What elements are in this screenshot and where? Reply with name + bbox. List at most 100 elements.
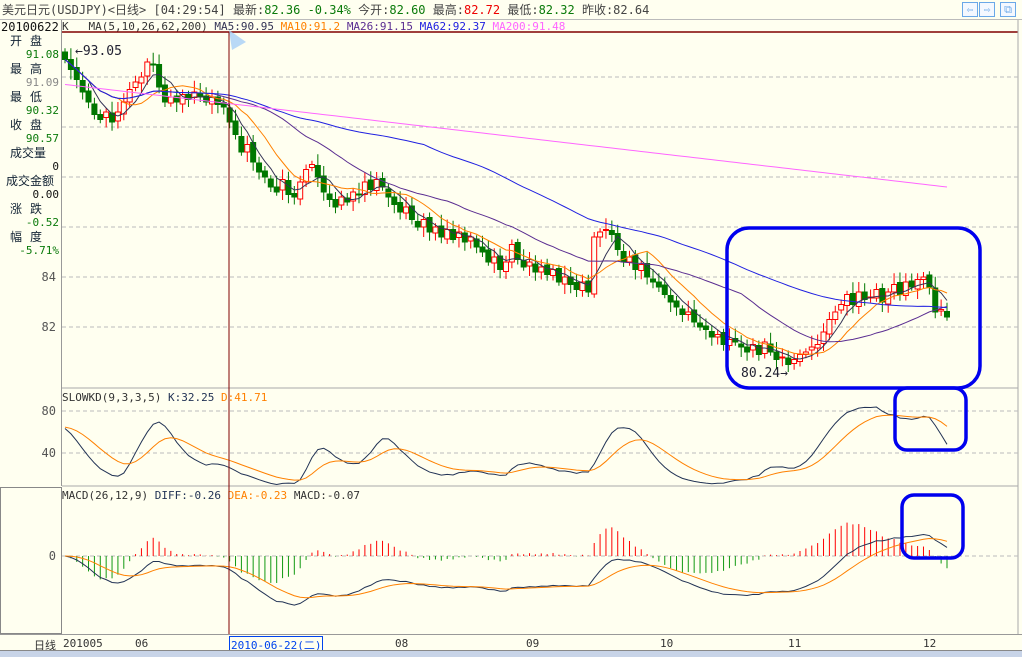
y-tick: 82 xyxy=(42,320,56,334)
low-annotation: 80.24→ xyxy=(741,366,788,381)
ma10-line xyxy=(64,59,948,355)
candle-up xyxy=(432,226,439,234)
candle-up xyxy=(797,354,803,362)
candle-up xyxy=(138,76,145,84)
candle-up xyxy=(420,219,427,228)
candle-up xyxy=(244,144,251,153)
candle-down xyxy=(161,84,168,103)
candle-up xyxy=(167,96,174,104)
candle-up xyxy=(920,276,927,280)
candle-up xyxy=(808,346,815,351)
candle-up xyxy=(444,229,451,240)
candle-down xyxy=(514,242,521,260)
candle-up xyxy=(491,256,498,264)
candle-up xyxy=(832,311,839,320)
candle-down xyxy=(650,278,656,283)
candle-down xyxy=(555,268,562,283)
candle-down xyxy=(932,287,939,313)
candle-down xyxy=(667,295,674,303)
candle-up xyxy=(638,264,645,271)
x-tick: 201005 xyxy=(63,637,103,650)
candle-up xyxy=(891,284,898,293)
ma26-line xyxy=(64,59,948,343)
candle-down xyxy=(744,346,751,353)
candle-down xyxy=(356,193,362,196)
candle-up xyxy=(855,291,862,307)
candle-down xyxy=(291,193,298,198)
chart-area[interactable]: 84 82 80 40 0 ←93.05 80.24→ xyxy=(0,0,1022,634)
kd-d-line xyxy=(64,414,948,481)
candle-up xyxy=(132,81,139,88)
candle-up xyxy=(297,181,304,200)
candle-down xyxy=(461,232,468,243)
candle-down xyxy=(849,293,856,305)
candle-up xyxy=(144,61,151,77)
candle-up xyxy=(308,164,315,168)
x-tick: 08 xyxy=(395,637,409,650)
candle-down xyxy=(879,288,886,303)
candle-down xyxy=(620,251,627,263)
candle-down xyxy=(62,51,68,60)
candle-up xyxy=(714,334,721,338)
candle-down xyxy=(926,274,933,288)
y-tick: 84 xyxy=(42,270,56,284)
candle-up xyxy=(938,309,945,312)
candle-up xyxy=(561,276,568,285)
candle-down xyxy=(485,249,492,263)
x-tick: 11 xyxy=(788,637,802,650)
candle-up xyxy=(403,206,410,214)
candle-down xyxy=(85,90,92,103)
kd-tick: 80 xyxy=(42,404,56,418)
candle-down xyxy=(608,230,615,235)
candle-down xyxy=(697,322,704,328)
x-axis: 日线 201005 06 2010-06-22(二) 08 09 10 11 1… xyxy=(0,634,1022,654)
candle-up xyxy=(597,231,604,238)
macd-diff-line xyxy=(64,534,948,606)
candle-down xyxy=(267,178,274,188)
candle-down xyxy=(944,311,950,318)
ma5-line xyxy=(64,59,948,360)
candle-down xyxy=(908,280,915,288)
candle-down xyxy=(679,308,686,315)
candle-up xyxy=(503,261,509,272)
candle-down xyxy=(197,92,204,98)
candle-down xyxy=(708,331,715,338)
candle-up xyxy=(538,266,545,273)
candle-up xyxy=(814,344,821,349)
candle-down xyxy=(773,351,780,360)
candle-up xyxy=(526,261,533,267)
x-tick: 10 xyxy=(660,637,674,650)
candle-down xyxy=(326,193,333,200)
candle-down xyxy=(332,199,339,208)
high-annotation: ←93.05 xyxy=(75,44,122,59)
candle-down xyxy=(414,221,421,228)
candle-down xyxy=(256,162,263,173)
candle-down xyxy=(785,357,792,365)
candle-up xyxy=(591,236,598,295)
candle-up xyxy=(685,311,692,315)
macd-tick: 0 xyxy=(49,549,56,563)
candle-up xyxy=(779,356,786,359)
candle-down xyxy=(91,103,98,115)
candle-down xyxy=(655,281,662,288)
macd-dea-line xyxy=(64,538,948,599)
candle-down xyxy=(520,260,527,268)
candle-up xyxy=(826,319,833,335)
candle-down xyxy=(226,107,233,123)
candle-down xyxy=(738,343,745,348)
candle-up xyxy=(602,229,609,231)
candle-down xyxy=(532,263,539,273)
candle-down xyxy=(632,254,639,270)
candle-up xyxy=(914,279,921,290)
x-tick: 09 xyxy=(526,637,540,650)
candle-down xyxy=(661,284,668,295)
candle-down xyxy=(261,170,268,178)
status-bar xyxy=(0,650,1022,657)
candle-up xyxy=(103,111,110,118)
candle-up xyxy=(838,304,845,311)
candle-down xyxy=(391,196,398,205)
candle-down xyxy=(397,202,404,213)
highlight-box xyxy=(900,493,965,560)
candle-down xyxy=(702,325,709,330)
ma200-line xyxy=(64,84,948,188)
